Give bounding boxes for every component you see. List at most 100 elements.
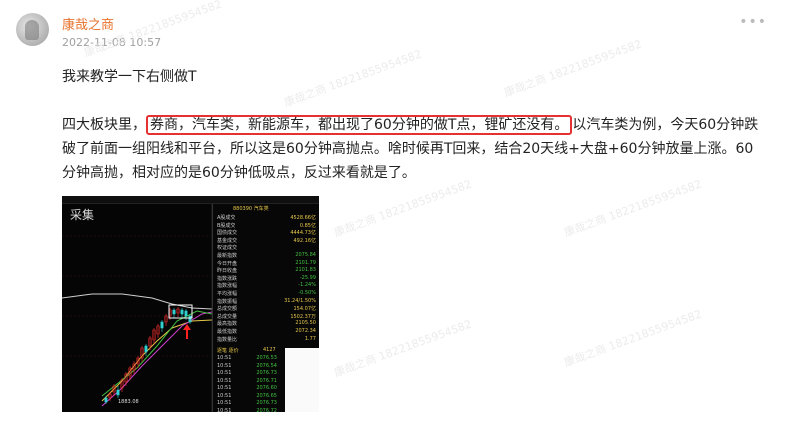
quote-value: -1.24% [298,282,316,289]
tick-time: 10:51 [217,377,232,384]
author-name[interactable]: 康哉之商 [62,14,114,33]
tick-value: 2076.54 [256,362,277,369]
quote-value: 1.77 [304,335,316,342]
quote-key: B股成交 [217,222,236,229]
quote-value: 2101.79 [295,259,316,266]
quote-value: 4528.66亿 [290,215,316,221]
tick-value: 2076.60 [256,385,277,391]
quote-value: 1502.37万 [290,313,316,320]
quote-key: 最新指数 [217,253,238,259]
tick-row: 10:51 2076.73 [217,370,277,377]
tick-value: 2076.72 [256,407,277,413]
quote-row: 昨日收盘 2101.83 [217,267,316,274]
tick-row: 10:51 2076.72 [217,408,277,413]
watermark: 康哉之商 18221855954582 [282,47,424,110]
quote-key: 总成交额 [217,306,238,313]
quote-value: 2072.34 [295,328,316,334]
candle-body [116,389,120,396]
post-timestamp: 2022-11-08 10:57 [62,36,162,49]
paragraph-intro: 四大板块里， [62,117,146,133]
tick-row: 10:51 2076.71 [217,378,277,385]
tick-value: 2076.73 [256,400,277,406]
quote-row: 国债成交 4444.73亿 [217,229,316,236]
quote-value: 2101.83 [295,267,316,274]
quote-row: 基金成交 492.16亿 [217,237,316,244]
quote-row: 最低指数 2072.34 [217,328,316,335]
tick-time: 10:51 [217,385,232,391]
watermark: 康哉之商 18221855954582 [562,307,704,370]
quote-key: 指数涨跌 [217,275,238,282]
quote-key: 国债成交 [217,230,238,237]
quote-value: 4444.73亿 [290,230,316,237]
candle-body [184,310,188,317]
quote-key: 基金成交 [217,237,238,244]
post-card: 康哉之商 2022-11-08 10:57 ••• 康哉之商 182218559… [0,0,787,425]
post-paragraph: 四大板块里， 券商，汽车类，新能源车，都出现了60分钟的做T点，锂矿还没有。 以汽车… [62,113,767,185]
post-line-1: 我来教学一下右侧做T [62,69,197,85]
candle-body [104,397,108,403]
quote-key: 最高指数 [217,321,238,328]
quote-key: A股成交 [217,215,236,221]
quote-row: B股成交 0.85亿 [217,222,316,229]
quote-key: 今日开盘 [217,260,238,267]
tick-time: 10:51 [217,370,232,376]
quote-value: 154.07亿 [293,306,317,313]
quote-value: 0.85亿 [299,222,316,229]
tick-time: 10:51 [217,400,232,406]
watermark: 康哉之商 18221855954582 [502,37,644,100]
quote-row: 平均涨幅 -0.50% [217,290,316,297]
tick-row: 10:51 2076.54 [217,363,277,370]
tick-count: 4127 [263,347,276,353]
candle-body [172,309,176,315]
quote-row: 总成交额 154.07亿 [217,305,316,312]
watermark: 康哉之商 18221855954582 [562,177,704,240]
quote-value: 2105.50 [295,320,316,327]
quote-row: A股成交 4528.66亿 [217,214,316,221]
quote-key: 权证成交 [217,245,238,252]
quote-row: 权证成交 [217,244,316,251]
tick-value: 2076.65 [256,392,277,399]
tick-row: 10:51 2076.60 [217,385,277,392]
candle-body [188,315,192,323]
quote-value: 2075.84 [295,252,316,258]
quote-title: 880390 汽车类 [233,206,269,212]
tick-time: 10:51 [217,355,232,361]
tick-value: 2076.53 [256,355,277,361]
quote-value: -25.99 [299,274,316,281]
tick-time: 10:51 [217,407,232,413]
quote-row: 最高指数 2105.50 [217,320,316,327]
tick-time: 10:51 [217,392,232,399]
watermark: 康哉之商 18221855954582 [332,317,474,380]
quote-key: 指数量比 [217,336,238,343]
quote-row: 总成交量 1502.37万 [217,313,316,320]
quote-row: 指数涨幅 -1.24% [217,282,316,289]
quote-key: 平均涨幅 [217,291,238,297]
quote-row: 指数振幅 31.24/1.50% [217,298,316,305]
quote-key: 指数涨幅 [217,283,238,290]
tick-value: 2076.73 [256,370,277,376]
quote-row: 指数涨跌 -25.99 [217,275,316,282]
quote-value: 492.16亿 [293,237,317,244]
low-label: 1883.08 [118,399,139,405]
tick-row: 10:51 2076.65 [217,393,277,400]
stock-chart-image[interactable]: 采集 1883.08 880390 汽车类 A股成交 4528.66亿 B股成交… [62,196,319,412]
quote-key: 指数振幅 [217,298,238,305]
tick-row: 10:51 2076.73 [217,400,277,407]
tick-time: 10:51 [217,362,232,369]
tick-row: 10:51 2076.53 [217,355,277,362]
more-dots-icon[interactable]: ••• [739,14,767,30]
candle-body [144,345,148,353]
tick-header: 逐笔 逐价 [217,348,239,354]
candle-body [180,309,184,315]
quote-value: -0.50% [298,290,316,296]
tick-value: 2076.71 [256,377,277,384]
highlighted-text: 券商，汽车类，新能源车，都出现了60分钟的做T点，锂矿还没有。 [146,115,573,135]
quote-row: 最新指数 2075.84 [217,252,316,259]
avatar[interactable] [16,13,49,46]
quote-value: 31.24/1.50% [284,297,316,304]
watermark: 康哉之商 18221855954582 [332,177,474,240]
quote-key: 最低指数 [217,329,238,335]
quote-row: 指数量比 1.77 [217,336,316,343]
drawing-toolbox[interactable] [285,348,319,412]
quote-row: 今日开盘 2101.79 [217,260,316,267]
